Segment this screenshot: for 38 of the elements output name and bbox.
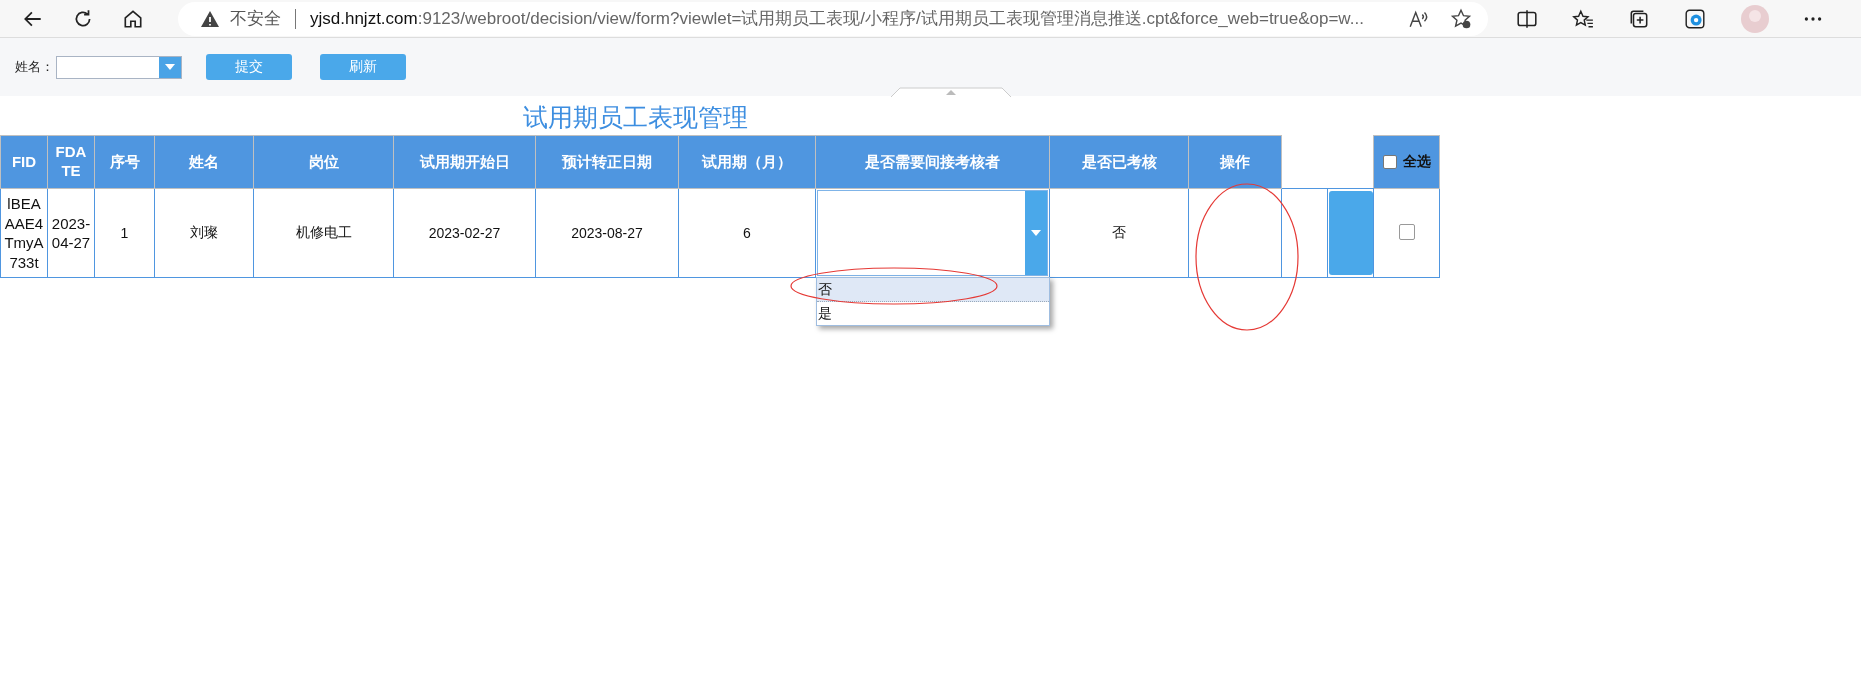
page-title: 试用期员工表现管理: [523, 103, 749, 133]
table-cell: lBEAAAE4TmyA733t: [0, 188, 48, 278]
dropdown-option[interactable]: 是: [817, 302, 1049, 325]
caret-icon[interactable]: [1031, 230, 1041, 236]
table-cell: 2023-04-27: [47, 188, 95, 278]
favorites-icon[interactable]: [1572, 7, 1594, 30]
browser-logo-icon[interactable]: [1684, 7, 1706, 30]
table-cell: 机修电工: [253, 188, 394, 278]
dropdown-option[interactable]: 否: [817, 278, 1049, 302]
column-header: 试用期（月）: [678, 135, 816, 189]
table-cell: 6: [678, 188, 816, 278]
column-header: 岗位: [253, 135, 394, 189]
table-cell: 否: [1049, 188, 1189, 278]
url-text: yjsd.hnjzt.com:9123/webroot/decision/view/form?viewlet=试用期员工表现/小程序/试用期员工表现管理消息推送.cpt&force_web=true&op=w...: [310, 8, 1365, 30]
reviewer-select-field[interactable]: [817, 190, 1048, 276]
column-header: 是否需要间接考核者: [815, 135, 1050, 189]
column-header: 预计转正日期: [535, 135, 679, 189]
select-all-checkbox[interactable]: [1382, 155, 1397, 169]
column-header: FID: [0, 135, 48, 189]
column-header: 试用期开始日: [393, 135, 536, 189]
column-header: 是否已考核: [1049, 135, 1189, 189]
name-combo-field[interactable]: [56, 55, 182, 79]
split-screen-icon[interactable]: [1516, 7, 1538, 30]
column-header: 姓名: [154, 135, 254, 189]
table-cell: 1: [94, 188, 155, 278]
favorite-add-icon[interactable]: [1450, 7, 1472, 30]
select-all-label: 全选: [1402, 153, 1431, 171]
column-header: FDATE: [47, 135, 95, 189]
caret-icon[interactable]: [165, 64, 175, 70]
column-header: 操作: [1188, 135, 1282, 189]
table-cell: 2023-02-27: [393, 188, 536, 278]
table-cell: 刘璨: [154, 188, 254, 278]
column-header: 序号: [94, 135, 155, 189]
table-cell: 2023-08-27: [535, 188, 679, 278]
security-label: 不安全: [230, 8, 281, 30]
row-checkbox[interactable]: [1398, 223, 1415, 240]
name-label: 姓名：: [15, 58, 54, 76]
address-bar[interactable]: 不安全 yjsd.hnjzt.com:9123/webroot/decision/view/form?viewlet=试用期员工表现/小程序/试用期员工表现管理消息推送.cpt&force_web=true&op=w...: [178, 1, 1488, 36]
